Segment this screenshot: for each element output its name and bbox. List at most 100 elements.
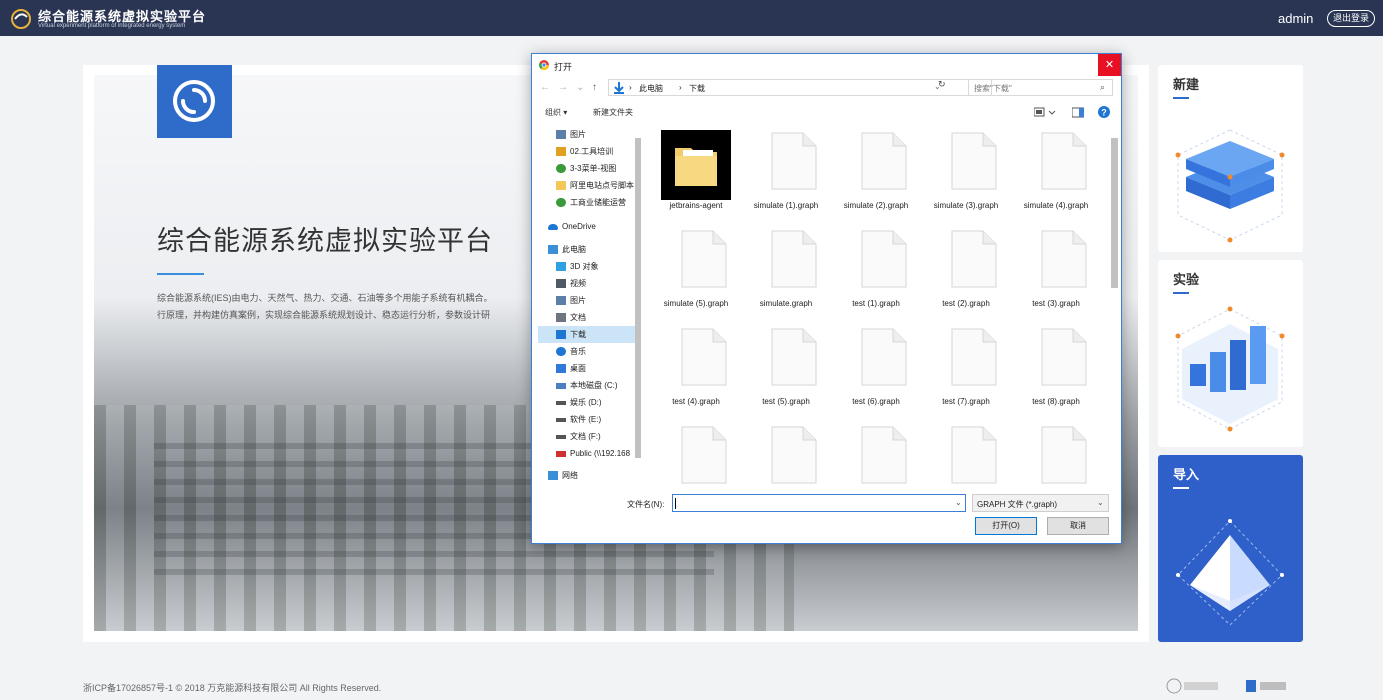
brand-logo (157, 65, 232, 138)
cancel-button[interactable]: 取消 (1047, 517, 1109, 535)
file-name: simulate (3).graph (933, 201, 999, 210)
file-item[interactable]: test (7).graph (922, 322, 1010, 418)
dialog-title: 打开 (554, 62, 573, 72)
filename-input[interactable]: ⌄ (672, 494, 966, 512)
search-input[interactable]: 搜索"下载" ⌕ (968, 79, 1113, 96)
file-name: jetbrains-agent (669, 201, 723, 210)
file-item[interactable] (652, 420, 740, 488)
file-item[interactable]: test (8).graph (1012, 322, 1100, 418)
documents-icon (556, 313, 566, 323)
nav-item-drive-e[interactable]: 软件 (E:) (538, 411, 639, 428)
drive-c-icon (556, 382, 566, 389)
nav-item-downloads[interactable]: 下载 (538, 326, 639, 343)
chrome-icon (539, 60, 549, 70)
file-item[interactable]: test (5).graph (742, 322, 830, 418)
search-icon: ⌕ (1100, 82, 1106, 92)
refresh-icon[interactable]: ↻ (938, 79, 946, 90)
navigation-pane: 图片 02.工具培训 3-3菜单-视图 阿里电站点号脚本 工商业储能运营 One… (538, 126, 645, 488)
nav-item-network[interactable]: 网络 (538, 467, 639, 484)
file-item[interactable]: test (2).graph (922, 224, 1010, 320)
back-arrow-icon[interactable]: ← (540, 82, 550, 93)
document-icon (681, 328, 727, 386)
breadcrumb-this-pc[interactable]: 此电脑 (639, 83, 663, 94)
nav-item-desktop[interactable]: 桌面 (538, 360, 639, 377)
nav-item-3d-objects[interactable]: 3D 对象 (538, 258, 639, 275)
nav-item-drive-c[interactable]: 本地磁盘 (C:) (538, 377, 639, 394)
nav-item-menu-view[interactable]: 3-3菜单-视图 (538, 160, 639, 177)
nav-item-onedrive[interactable]: OneDrive (538, 218, 639, 235)
desktop-icon (556, 364, 566, 374)
file-list-scrollbar[interactable] (1109, 126, 1120, 488)
file-name: test (2).graph (942, 299, 990, 308)
view-options-icon[interactable] (1034, 106, 1056, 118)
up-arrow-icon[interactable]: ↑ (592, 82, 597, 93)
network-drive-icon (556, 450, 566, 457)
document-icon (951, 230, 997, 288)
help-icon[interactable]: ? (1098, 106, 1110, 118)
breadcrumb-downloads[interactable]: 下载 (689, 83, 705, 94)
file-item[interactable]: simulate (2).graph (832, 126, 920, 222)
document-icon (861, 230, 907, 288)
panel-new[interactable]: 新建 (1158, 65, 1303, 252)
panel-import-label: 导入 (1173, 467, 1200, 482)
panel-experiment[interactable]: 实验 (1158, 260, 1303, 447)
file-item[interactable]: test (3).graph (1012, 224, 1100, 320)
file-type-select[interactable]: GRAPH 文件 (*.graph) ⌄ (972, 494, 1109, 512)
nav-item-documents[interactable]: 文档 (538, 309, 639, 326)
recent-dropdown-icon[interactable]: ⌄ (576, 82, 584, 93)
nav-item-public-share[interactable]: Public (\\192.168 (538, 445, 639, 462)
layers-illustration-icon (1175, 129, 1285, 243)
open-button[interactable]: 打开(O) (975, 517, 1037, 535)
download-icon (556, 330, 566, 340)
document-icon (1041, 426, 1087, 484)
file-item[interactable]: simulate.graph (742, 224, 830, 320)
nav-item-this-pc[interactable]: 此电脑 (538, 241, 639, 258)
nav-item-tool-training[interactable]: 02.工具培训 (538, 143, 639, 160)
panel-import[interactable]: 导入 (1158, 455, 1303, 642)
file-item-folder[interactable]: jetbrains-agent (652, 126, 740, 222)
close-button[interactable]: ✕ (1098, 54, 1121, 76)
logout-button[interactable]: 退出登录 (1327, 10, 1375, 27)
file-name: simulate (1).graph (753, 201, 819, 210)
nav-item-music[interactable]: 音乐 (538, 343, 639, 360)
address-bar[interactable]: › 此电脑 › 下载 ⌄ (608, 79, 992, 96)
document-icon (1041, 132, 1087, 190)
file-item[interactable]: simulate (4).graph (1012, 126, 1100, 222)
download-icon (614, 82, 624, 94)
swirl-icon (173, 80, 215, 122)
nav-item-pictures[interactable]: 图片 (538, 292, 639, 309)
document-icon (771, 426, 817, 484)
document-icon (951, 328, 997, 386)
file-item[interactable]: test (4).graph (652, 322, 740, 418)
file-list: jetbrains-agent simulate (1).graph simul… (652, 126, 1111, 488)
file-name: simulate (5).graph (663, 299, 729, 308)
file-item[interactable]: simulate (5).graph (652, 224, 740, 320)
new-folder-button[interactable]: 新建文件夹 (593, 107, 633, 118)
file-item[interactable]: simulate (3).graph (922, 126, 1010, 222)
nav-item-pictures-quick[interactable]: 图片 (538, 126, 639, 143)
drive-icon (556, 400, 566, 405)
file-item[interactable] (832, 420, 920, 488)
file-item[interactable] (742, 420, 830, 488)
nav-item-videos[interactable]: 视频 (538, 275, 639, 292)
file-item[interactable]: test (1).graph (832, 224, 920, 320)
file-item[interactable] (1012, 420, 1100, 488)
nav-scrollbar[interactable] (634, 126, 643, 488)
top-bar: 综合能源系统虚拟实验平台 Virtual experiment platform… (0, 0, 1383, 36)
nav-item-drive-f[interactable]: 文档 (F:) (538, 428, 639, 445)
file-item[interactable] (922, 420, 1010, 488)
forward-arrow-icon[interactable]: → (558, 82, 568, 93)
preview-pane-icon[interactable] (1072, 106, 1084, 118)
nav-item-storage-ops[interactable]: 工商业储能运营 (538, 194, 639, 211)
chevron-down-icon[interactable]: ⌄ (955, 498, 962, 507)
nav-item-drive-d[interactable]: 娱乐 (D:) (538, 394, 639, 411)
file-item[interactable]: simulate (1).graph (742, 126, 830, 222)
document-icon (861, 328, 907, 386)
organize-button[interactable]: 组织 ▾ (545, 107, 567, 118)
file-name: simulate (4).graph (1023, 201, 1089, 210)
dialog-titlebar[interactable]: 打开 ✕ (532, 54, 1121, 76)
nav-item-aliyun-script[interactable]: 阿里电站点号脚本 (538, 177, 639, 194)
file-name: test (3).graph (1032, 299, 1080, 308)
username: admin (1278, 11, 1314, 26)
file-item[interactable]: test (6).graph (832, 322, 920, 418)
